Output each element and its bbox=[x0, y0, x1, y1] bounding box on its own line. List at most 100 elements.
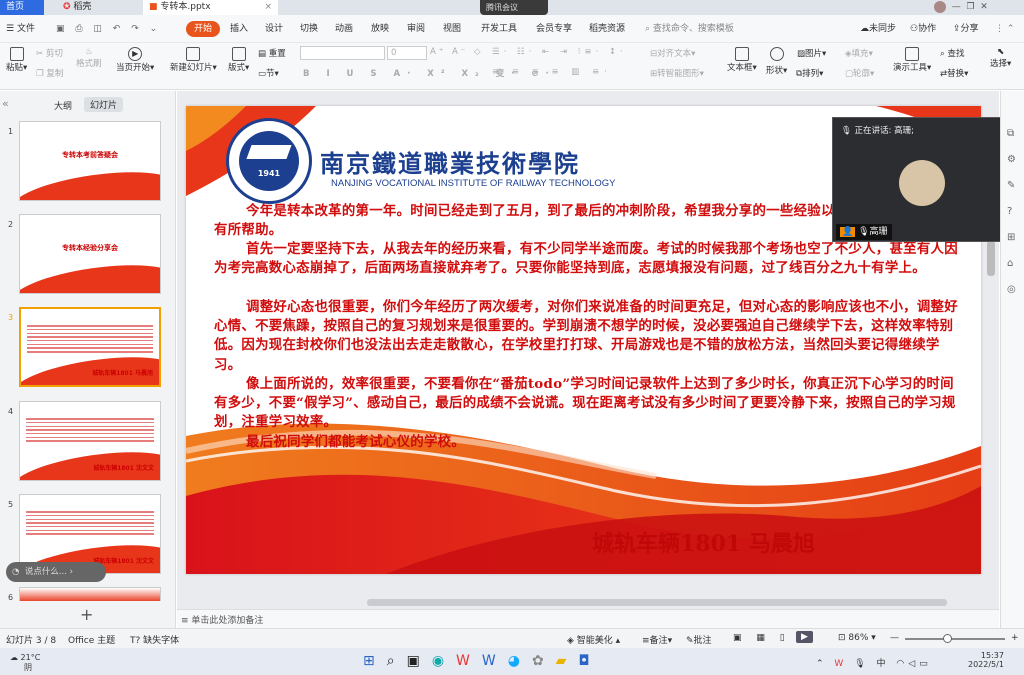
meeting-app-icon[interactable]: ◘ bbox=[578, 653, 601, 669]
beautify-button[interactable]: ◈ 智能美化 ▴ bbox=[567, 633, 620, 646]
restore-icon[interactable]: ❐ bbox=[966, 2, 974, 12]
menu-start[interactable]: 开始 bbox=[186, 21, 221, 37]
share-button[interactable]: ⇪分享 bbox=[953, 21, 979, 37]
avatar[interactable] bbox=[934, 0, 946, 13]
menu-show[interactable]: 放映 bbox=[371, 21, 389, 37]
folder-icon[interactable]: ▰ bbox=[556, 653, 579, 669]
new-slide-button[interactable]: 新建幻灯片▾ bbox=[170, 47, 217, 73]
missing-font-button[interactable]: T? 缺失字体 bbox=[130, 633, 179, 646]
menu-switch[interactable]: 切换 bbox=[300, 21, 318, 37]
quick-access-icons[interactable]: ▣ ⎙ ◫ ↶ ↷ ⌄ bbox=[56, 21, 161, 37]
select-button[interactable]: ⬉ 选择▾ bbox=[990, 47, 1011, 69]
system-tray[interactable]: ⌃ W 🎙 中 ◠◁▭ bbox=[816, 656, 932, 669]
speak-chat-bubble[interactable]: ◔ 说点什么... › bbox=[6, 562, 106, 582]
wifi-icon[interactable]: ◠ bbox=[896, 659, 908, 669]
menu-dev[interactable]: 开发工具 bbox=[481, 21, 517, 37]
edge-icon[interactable]: ◉ bbox=[432, 653, 456, 669]
menu-resources[interactable]: 稻壳资源 bbox=[589, 21, 625, 37]
word-icon[interactable]: W bbox=[482, 653, 508, 669]
menu-animation[interactable]: 动画 bbox=[335, 21, 353, 37]
find-button[interactable]: ⌕ 查找 bbox=[940, 47, 964, 59]
minimize-icon[interactable]: — bbox=[952, 2, 961, 12]
windows-start-icon[interactable]: ⊞ bbox=[363, 653, 387, 669]
font-size-select[interactable]: 0 bbox=[387, 46, 427, 60]
smart-graphic-button[interactable]: ⊞转智能图形▾ bbox=[650, 67, 704, 79]
fit-zoom-button[interactable]: ⊡ 86% ▾ bbox=[838, 633, 876, 643]
side-tools[interactable]: ⧉ ⚙ ✎? ⊞ ⌂ ◎ bbox=[1007, 121, 1016, 303]
unsync-button[interactable]: ☁未同步 bbox=[860, 21, 896, 37]
zoom-slider[interactable] bbox=[905, 634, 1005, 643]
taskview-icon[interactable]: ▣ bbox=[407, 653, 432, 669]
reset-button[interactable]: ▤ 重置 bbox=[258, 47, 286, 59]
weather-widget[interactable]: ☁ 21°C 阴 bbox=[10, 653, 40, 673]
menu-view[interactable]: 视图 bbox=[443, 21, 461, 37]
menu-member[interactable]: 会员专享 bbox=[536, 21, 572, 37]
menu-file[interactable]: ☰ 文件 bbox=[6, 21, 35, 37]
horizontal-scrollbar[interactable] bbox=[367, 599, 947, 606]
vertical-scrollbar[interactable] bbox=[987, 241, 995, 276]
slide-thumbnail-2[interactable]: 专转本经验分享会 bbox=[19, 214, 161, 294]
app-icon[interactable]: ✿ bbox=[532, 653, 556, 669]
zoom-slider-thumb[interactable] bbox=[943, 634, 952, 643]
replace-button[interactable]: ⇄替换▾ bbox=[940, 67, 968, 79]
cut-button[interactable]: ✂ 剪切 bbox=[36, 47, 63, 59]
close-tab-icon[interactable]: × bbox=[264, 0, 272, 15]
slide-thumbnail-4[interactable]: 城轨车辆1801 沈文文 bbox=[19, 401, 161, 481]
file-tab[interactable]: ■ 专转本.pptx × bbox=[143, 0, 278, 15]
menu-insert[interactable]: 插入 bbox=[230, 21, 248, 37]
font-name-select[interactable] bbox=[300, 46, 385, 60]
speaker-icon[interactable]: ◁ bbox=[908, 659, 919, 669]
textbox-button[interactable]: 文本框▾ bbox=[727, 47, 757, 73]
shape-button[interactable]: 形状▾ bbox=[766, 47, 787, 76]
comment-button[interactable]: ✎批注 bbox=[686, 633, 712, 646]
format-painter-button[interactable]: ♨ 格式刷 bbox=[76, 47, 102, 69]
play-button[interactable]: ▶ 当页开始▾ bbox=[116, 47, 154, 73]
collapse-panel-icon[interactable]: « bbox=[2, 97, 9, 110]
tab-outline[interactable]: 大纲 bbox=[54, 99, 72, 112]
align-text-button[interactable]: ⊟对齐文本▾ bbox=[650, 47, 695, 59]
battery-icon[interactable]: ▭ bbox=[919, 659, 932, 669]
fill-button[interactable]: ◈填充▾ bbox=[845, 47, 873, 59]
wps-icon[interactable]: W bbox=[456, 653, 482, 669]
font-grow-shrink[interactable]: A⁺ A⁻ ◇ bbox=[430, 47, 484, 57]
paragraph-align-group[interactable]: ≡ ≡ ≡ ≡ ▥ ≡· bbox=[492, 67, 612, 77]
copy-button[interactable]: ❐ 复制 bbox=[36, 67, 63, 79]
slide-thumbnail-3[interactable]: 城轨车辆1801 马晨旭 bbox=[19, 307, 161, 387]
collab-button[interactable]: ⚇协作 bbox=[910, 21, 936, 37]
mic-icon[interactable]: 🎙 bbox=[854, 659, 869, 669]
tab-slides[interactable]: 幻灯片 bbox=[84, 97, 124, 112]
paragraph-2: 首先一定要坚持下去，从我去年的经历来看，有不少同学半途而废。考试的时候我那个考场… bbox=[214, 241, 958, 277]
zoom-out-button[interactable]: — bbox=[890, 633, 899, 643]
qq-icon[interactable]: ◕ bbox=[508, 653, 532, 669]
section-button[interactable]: ▭节▾ bbox=[258, 67, 279, 79]
view-mode-group[interactable]: ▣ ▦ ▯ bbox=[733, 633, 791, 643]
list-group[interactable]: ☰· ☷· ⇤ ⇥ ⁝≡· ↕· bbox=[492, 47, 627, 57]
zoom-in-button[interactable]: + bbox=[1011, 633, 1019, 643]
menu-review[interactable]: 审阅 bbox=[407, 21, 425, 37]
menu-design[interactable]: 设计 bbox=[265, 21, 283, 37]
paste-button[interactable]: 粘贴▾ bbox=[6, 47, 27, 73]
close-window-icon[interactable]: ✕ bbox=[980, 2, 988, 12]
wps-tray-icon[interactable]: W bbox=[834, 659, 847, 669]
notes-pane[interactable]: ≡ 单击此处添加备注 bbox=[177, 609, 999, 628]
slideshow-play-button[interactable]: ▶ bbox=[796, 631, 813, 643]
present-tools-button[interactable]: 演示工具▾ bbox=[893, 47, 931, 73]
slide-thumbnail-1[interactable]: 专转本考前答疑会 bbox=[19, 121, 161, 201]
meeting-video-panel[interactable]: 🎙 正在讲话: 高珊; 👤 🎙高珊 bbox=[832, 117, 1008, 242]
layout-button[interactable]: 版式▾ bbox=[228, 47, 249, 73]
add-slide-button[interactable]: + bbox=[80, 605, 93, 624]
docer-tab[interactable]: ✪ 稻壳 bbox=[57, 0, 137, 15]
notes-toggle[interactable]: ≡备注▾ bbox=[642, 633, 672, 646]
clock[interactable]: 15:37 2022/5/1 bbox=[968, 651, 1004, 669]
outline-button[interactable]: ▢轮廓▾ bbox=[845, 67, 874, 79]
picture-button[interactable]: ▨图片▾ bbox=[797, 47, 826, 59]
home-tab[interactable]: 首页 bbox=[0, 0, 44, 15]
more-icon[interactable]: ⋮ ⌃ bbox=[995, 21, 1014, 37]
meeting-badge[interactable]: 腾讯会议 bbox=[480, 0, 548, 15]
search-icon[interactable]: ⌕ bbox=[387, 653, 407, 669]
arrange-button[interactable]: ⧉排列▾ bbox=[796, 67, 823, 79]
taskbar-apps[interactable]: ⊞⌕▣◉WW◕✿▰◘ bbox=[363, 653, 602, 669]
chevron-up-icon[interactable]: ⌃ bbox=[816, 659, 828, 669]
slide-thumbnail-6[interactable] bbox=[19, 587, 161, 601]
command-search[interactable]: ⌕ 查找命令、搜索模板 bbox=[645, 21, 734, 37]
